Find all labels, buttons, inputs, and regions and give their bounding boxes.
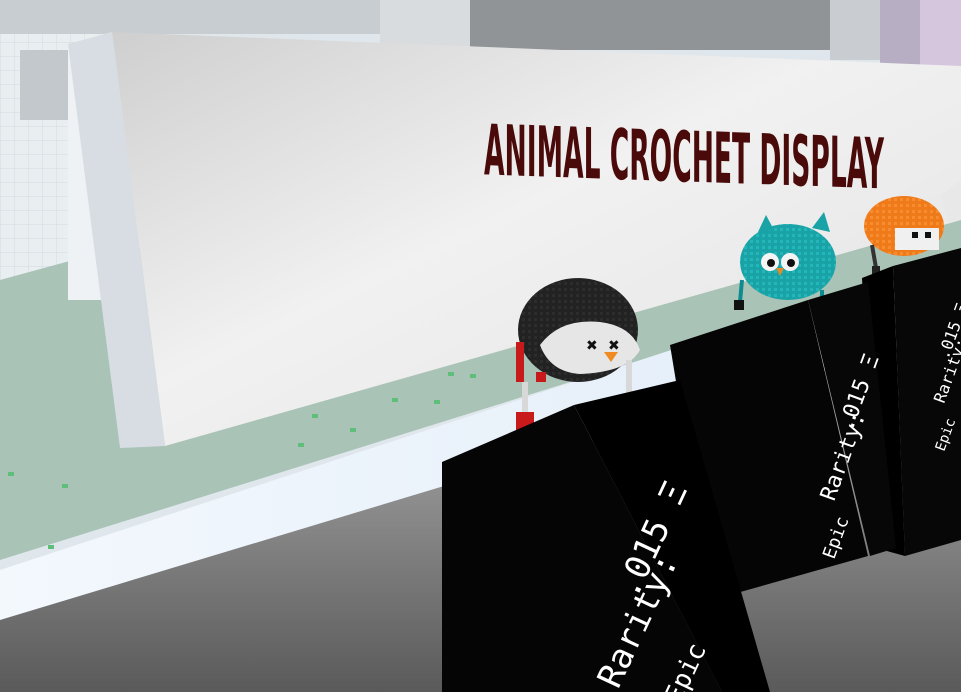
fox-eye-icon: [912, 232, 918, 238]
background-structure: [20, 50, 75, 120]
penguin-eye-icon: ✖: [586, 338, 598, 354]
background-building: [470, 0, 830, 50]
sign-title-group: ANIMAL CROCHET DISPLAY: [484, 109, 884, 205]
owl-hat-pompom: [734, 300, 744, 310]
game-viewport[interactable]: ANIMAL CROCHET DISPLAY: [0, 0, 961, 692]
sign-title: ANIMAL CROCHET DISPLAY: [484, 109, 884, 205]
background-building: [830, 0, 880, 60]
fox-hat-face: [895, 228, 939, 250]
background-building: [880, 0, 920, 70]
scene-canvas[interactable]: ANIMAL CROCHET DISPLAY: [0, 0, 961, 692]
fox-eye-icon: [925, 232, 931, 238]
owl-pupil: [787, 259, 795, 267]
background-building: [0, 0, 380, 34]
owl-hat-tie: [738, 279, 744, 303]
owl-pupil: [767, 259, 775, 267]
penguin-eye-icon: ✖: [608, 338, 620, 354]
background-building: [380, 0, 470, 50]
pedestal-3-front: [893, 248, 961, 556]
